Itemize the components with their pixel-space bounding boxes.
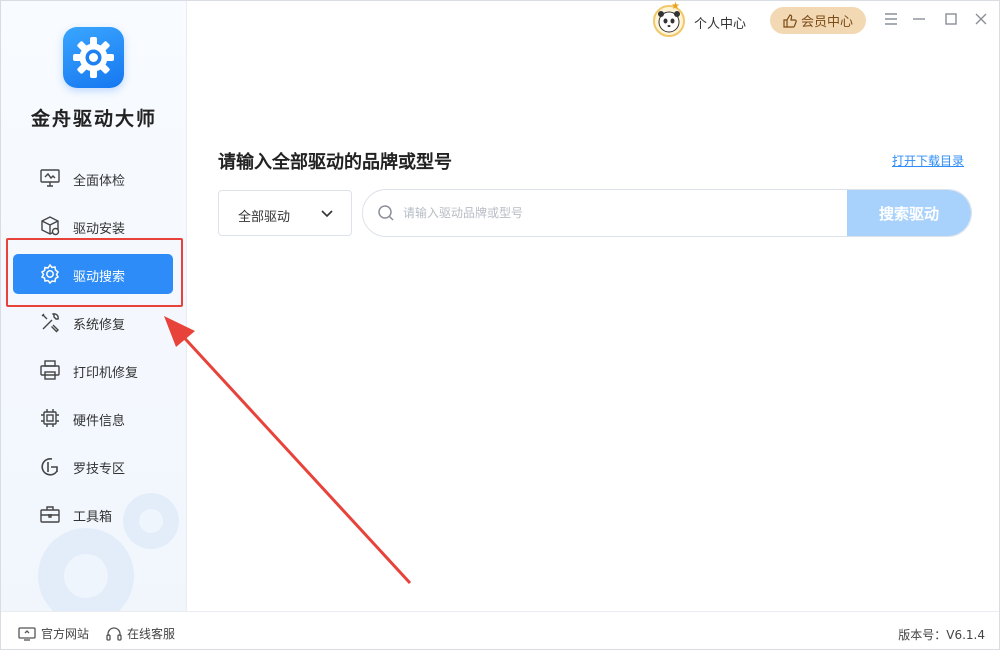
open-download-folder-link[interactable]: 打开下载目录 bbox=[892, 152, 964, 169]
app-window: 金舟驱动大师 全面体检 驱动安装 驱动搜索 系统修复 打印机修复 硬件信息 罗技… bbox=[0, 0, 1000, 650]
sidebar-item-hardware-info[interactable]: 硬件信息 bbox=[13, 398, 173, 438]
menu-icon[interactable] bbox=[881, 9, 901, 29]
sidebar-item-full-check[interactable]: 全面体检 bbox=[13, 158, 173, 198]
app-logo bbox=[63, 27, 124, 88]
footer: 官方网站 在线客服 版本号：V6.1.4 bbox=[1, 611, 999, 649]
printer-icon bbox=[40, 360, 60, 380]
gear-search-icon bbox=[40, 263, 60, 285]
sidebar-item-label: 硬件信息 bbox=[73, 414, 126, 429]
search-bar: 搜索驱动 bbox=[362, 189, 972, 237]
sidebar-item-label: 系统修复 bbox=[73, 318, 126, 333]
online-service-link[interactable]: 在线客服 bbox=[106, 625, 175, 642]
sidebar-item-printer-repair[interactable]: 打印机修复 bbox=[13, 350, 173, 390]
sidebar-item-toolbox[interactable]: 工具箱 bbox=[13, 494, 173, 534]
toolbox-icon bbox=[40, 506, 60, 523]
search-driver-button[interactable]: 搜索驱动 bbox=[847, 190, 971, 236]
sidebar-item-label: 全面体检 bbox=[73, 174, 126, 189]
app-title: 金舟驱动大师 bbox=[30, 108, 157, 130]
gear-logo-icon bbox=[73, 37, 114, 78]
logitech-icon bbox=[41, 458, 58, 476]
page-title: 请输入全部驱动的品牌或型号 bbox=[218, 152, 452, 173]
avatar[interactable] bbox=[653, 5, 685, 37]
sidebar-item-driver-search[interactable]: 驱动搜索 bbox=[13, 254, 173, 294]
driver-category-select[interactable]: 全部驱动 bbox=[218, 190, 352, 236]
box-install-icon bbox=[41, 216, 60, 236]
official-site-label: 官方网站 bbox=[41, 627, 90, 641]
search-icon bbox=[378, 205, 394, 221]
sidebar-item-driver-install[interactable]: 驱动安装 bbox=[13, 206, 173, 246]
version-label: 版本号：V6.1.4 bbox=[898, 628, 985, 642]
vip-center-button[interactable]: 会员中心 bbox=[770, 7, 866, 34]
driver-category-value: 全部驱动 bbox=[238, 210, 291, 225]
sidebar-item-system-repair[interactable]: 系统修复 bbox=[13, 302, 173, 342]
thumbs-up-icon bbox=[783, 13, 797, 28]
sidebar-item-label: 打印机修复 bbox=[73, 366, 139, 381]
sidebar-item-logitech[interactable]: 罗技专区 bbox=[13, 446, 173, 486]
vip-center-label: 会员中心 bbox=[800, 15, 853, 30]
tools-icon bbox=[41, 313, 59, 333]
headset-icon bbox=[106, 626, 122, 641]
sidebar-item-label: 罗技专区 bbox=[73, 462, 126, 477]
sidebar-item-label: 驱动安装 bbox=[73, 222, 126, 237]
sidebar-item-label: 工具箱 bbox=[73, 510, 113, 525]
minimize-icon[interactable] bbox=[909, 9, 929, 29]
online-service-label: 在线客服 bbox=[127, 627, 176, 641]
sidebar: 金舟驱动大师 全面体检 驱动安装 驱动搜索 系统修复 打印机修复 硬件信息 罗技… bbox=[1, 1, 187, 611]
maximize-icon[interactable] bbox=[941, 9, 961, 29]
monitor-check-icon bbox=[40, 169, 60, 187]
chevron-down-icon bbox=[321, 210, 333, 218]
search-input[interactable] bbox=[403, 200, 833, 226]
sidebar-item-label: 驱动搜索 bbox=[73, 270, 126, 285]
close-icon[interactable] bbox=[971, 9, 991, 29]
chip-icon bbox=[41, 409, 59, 427]
crown-icon: ★ bbox=[671, 1, 680, 12]
monitor-icon bbox=[18, 626, 36, 641]
profile-center-link[interactable]: 个人中心 bbox=[694, 13, 746, 32]
official-site-link[interactable]: 官方网站 bbox=[18, 625, 89, 642]
